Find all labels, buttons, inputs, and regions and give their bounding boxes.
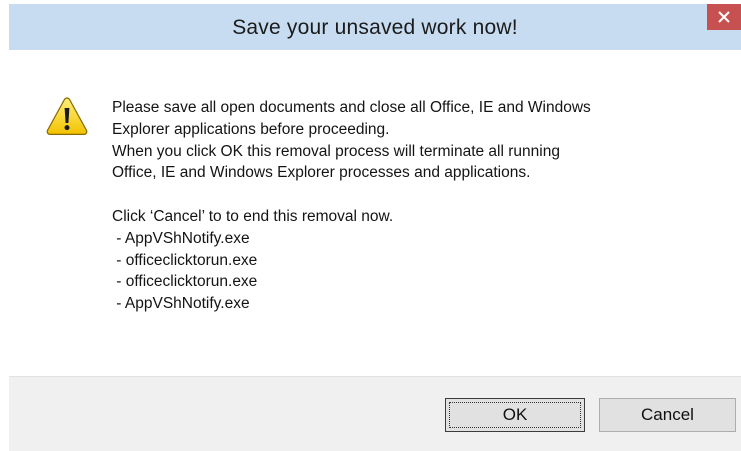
ok-button-label: OK: [502, 405, 528, 424]
message-line: Office, IE and Windows Explorer processe…: [112, 164, 531, 182]
title-bar[interactable]: Save your unsaved work now!: [9, 4, 741, 50]
close-icon: [718, 11, 730, 23]
message-line: Please save all open documents and close…: [112, 99, 591, 116]
message-line: Explorer applications before proceeding.: [112, 120, 390, 138]
message-line: When you click OK this removal process w…: [112, 142, 560, 160]
button-bar: OK Cancel: [9, 376, 741, 451]
message-body: Please save all open documents and close…: [112, 97, 712, 315]
cancel-button[interactable]: Cancel: [599, 398, 736, 432]
process-item: - officeclicktorun.exe: [112, 251, 258, 269]
ok-button[interactable]: OK: [445, 398, 585, 432]
warning-icon: [46, 97, 88, 135]
cancel-note: Click ‘Cancel’ to to end this removal no…: [112, 207, 394, 225]
process-item: - officeclicktorun.exe: [112, 273, 258, 291]
dialog-title: Save your unsaved work now!: [232, 16, 518, 39]
dialog-window: Save your unsaved work now! Please save …: [0, 0, 741, 451]
process-item: - AppVShNotify.exe: [112, 229, 250, 247]
close-button[interactable]: [707, 4, 741, 30]
process-item: - AppVShNotify.exe: [112, 295, 250, 313]
